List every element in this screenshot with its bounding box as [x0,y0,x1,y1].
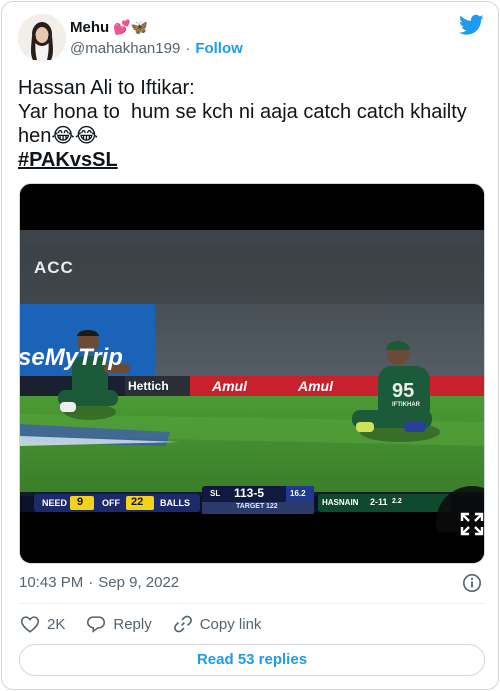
expand-icon[interactable] [459,511,485,537]
user-handle[interactable]: @mahakhan199 [70,40,180,57]
reply-label: Reply [113,615,152,633]
need-value: 9 [77,496,84,508]
tweet-line-2: Yar hona to hum se kch ni aaja catch cat… [18,101,467,123]
date-separator: · [88,574,94,591]
handle-separator: · [185,40,191,57]
info-icon[interactable] [462,573,482,593]
like-button[interactable]: 2K [19,613,65,635]
like-count: 2K [47,615,66,633]
tweet-header: Mehu 💕🦋 @mahakhan199 · Follow [18,14,484,62]
tweet-timestamp[interactable]: 10:43 PM · Sep 9, 2022 [19,574,179,591]
tweet-time: 10:43 PM [19,574,84,591]
name-row: Mehu 💕🦋 [70,19,148,36]
team-code: SL [210,489,221,498]
handle-row: @mahakhan199 · Follow [70,40,243,57]
link-icon [173,615,192,633]
target-label: TARGET [236,503,265,510]
broadcaster-logo: ACC [34,258,74,277]
tweet-line-1: Hassan Ali to Iftikar: [18,77,195,99]
overs-value: 16.2 [290,489,306,498]
bowler-overs: 2.2 [392,498,402,505]
off-label: OFF [102,498,120,508]
name-emoji: 💕🦋 [113,19,149,35]
ad-board-amul-2: Amul [298,378,333,394]
player-shirt-name: IFTIKHAR [392,402,420,408]
action-bar: 2K Reply Copy link [19,612,281,636]
follow-button[interactable]: Follow [195,40,243,57]
tweet-date: Sep 9, 2022 [98,574,180,591]
tweet-line-3: hen😂😂 [18,125,99,147]
heart-icon [20,616,40,633]
player-shirt-number: 95 [392,380,415,402]
read-replies-button[interactable]: Read 53 replies [19,644,485,676]
tweet-text: Hassan Ali to Iftikar: Yar hona to hum s… [18,76,484,172]
ad-board-seMyTrip: seMyTrip [19,344,123,371]
hashtag-link[interactable]: #PAKvsSL [18,148,118,172]
balls-label: BALLS [160,498,190,508]
reply-button[interactable]: Reply [85,613,152,635]
off-value: 22 [131,496,144,508]
need-label: NEED [42,498,68,508]
bowler-name: HASNAIN [322,498,359,507]
tweet-card: Mehu 💕🦋 @mahakhan199 · Follow Hassan Ali… [1,1,499,690]
bowler-figures: 2-11 [370,497,388,507]
twitter-bird-icon[interactable] [459,14,484,36]
display-name[interactable]: Mehu [70,19,109,36]
tweet-video[interactable]: ACC seMyTrip Hettich Amul Amul 95 IFTIKH… [19,183,485,564]
copy-link-label: Copy link [199,615,262,633]
speech-bubble-icon [87,616,106,633]
copy-link-button[interactable]: Copy link [172,613,262,635]
team-score: 113-5 [234,486,265,500]
target-value: 122 [266,503,278,510]
avatar[interactable] [18,14,66,62]
ad-board-amul-1: Amul [212,378,247,394]
divider [19,603,485,604]
ad-board-hettich: Hettich [128,379,169,393]
